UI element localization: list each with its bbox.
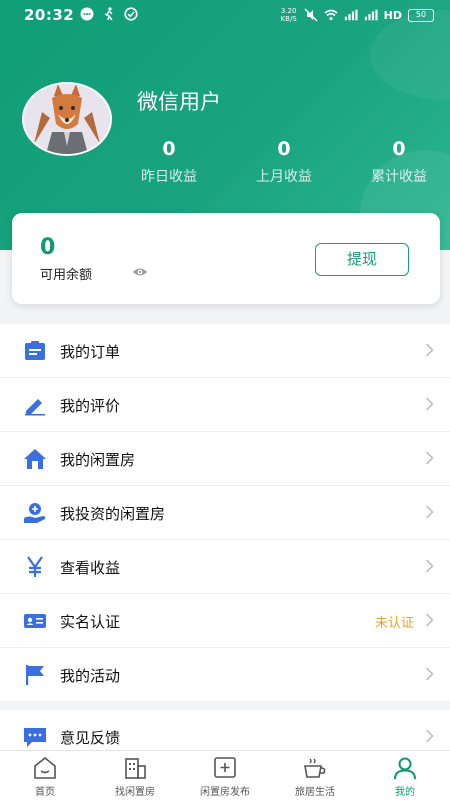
menu-list-secondary: 意见反馈	[0, 710, 450, 750]
signal-icon-2	[364, 9, 378, 21]
menu-item-label: 意见反馈	[60, 729, 121, 747]
network-speed: 3.20 KB/S	[280, 7, 297, 23]
stat-yesterday[interactable]: 0 昨日收益	[119, 138, 219, 186]
feedback-icon	[24, 728, 46, 747]
menu-item-verification[interactable]: 实名认证 未认证	[0, 594, 450, 648]
chevron-right-icon	[425, 729, 434, 743]
menu-item-label: 我的评价	[60, 397, 121, 415]
chat-icon	[80, 7, 94, 21]
stat-label: 上月收益	[256, 169, 312, 185]
order-icon	[25, 341, 45, 360]
chevron-right-icon	[425, 451, 434, 465]
stat-value: 0	[277, 138, 291, 160]
menu-item-label: 我投资的闲置房	[60, 505, 166, 523]
signal-icon	[344, 9, 358, 21]
verification-status-badge: 未认证	[374, 616, 414, 631]
tab-label: 我的	[395, 787, 415, 798]
check-circle-icon	[124, 7, 138, 21]
add-icon	[214, 757, 236, 778]
status-bar: 20:32 3.20 KB/S HD 50	[0, 0, 450, 30]
stat-last-month[interactable]: 0 上月收益	[234, 138, 334, 186]
mute-icon	[304, 8, 318, 22]
flag-icon	[26, 665, 44, 685]
chevron-right-icon	[425, 343, 434, 357]
fox-avatar-icon	[24, 84, 110, 154]
avatar[interactable]	[22, 82, 112, 156]
tab-travel-life[interactable]: 旅居生活	[270, 751, 360, 800]
menu-item-label: 我的订单	[60, 343, 121, 361]
home-icon	[34, 756, 56, 779]
stat-value: 0	[392, 138, 406, 160]
tab-find-house[interactable]: 找闲置房	[90, 751, 180, 800]
tab-mine[interactable]: 我的	[360, 751, 450, 800]
chevron-right-icon	[425, 505, 434, 519]
house-icon	[24, 449, 46, 469]
stat-label: 昨日收益	[141, 169, 197, 185]
status-time: 20:32	[24, 6, 75, 24]
tab-publish[interactable]: 闲置房发布	[180, 751, 270, 800]
tab-label: 旅居生活	[295, 787, 335, 798]
building-icon	[125, 758, 146, 779]
cup-icon	[304, 758, 326, 778]
chevron-right-icon	[425, 667, 434, 681]
tab-label: 找闲置房	[115, 787, 155, 798]
stat-label: 累计收益	[371, 169, 427, 185]
menu-list: 我的订单 我的评价 我的闲置房 我投资的闲置房 查看收益 实名认证 未认证 我的…	[0, 324, 450, 702]
chevron-right-icon	[425, 613, 434, 627]
id-card-icon	[24, 614, 46, 628]
username: 微信用户	[137, 90, 221, 114]
stat-total[interactable]: 0 累计收益	[349, 138, 449, 186]
battery-icon: 50	[408, 8, 434, 22]
menu-item-orders[interactable]: 我的订单	[0, 324, 450, 378]
user-icon	[394, 757, 416, 780]
yen-icon	[27, 556, 43, 577]
wifi-icon	[324, 9, 338, 21]
walk-icon	[104, 7, 113, 21]
menu-item-label: 我的活动	[60, 667, 121, 685]
bottom-tab-bar: 首页 找闲置房 闲置房发布 旅居生活 我的	[0, 750, 450, 800]
withdraw-button[interactable]: 提现	[315, 243, 409, 276]
network-type: HD	[383, 8, 402, 22]
menu-item-feedback[interactable]: 意见反馈	[0, 710, 450, 750]
menu-item-activities[interactable]: 我的活动	[0, 648, 450, 702]
eye-icon[interactable]	[132, 266, 148, 278]
menu-item-investments[interactable]: 我投资的闲置房	[0, 486, 450, 540]
edit-icon	[25, 399, 45, 416]
menu-item-idle-house[interactable]: 我的闲置房	[0, 432, 450, 486]
menu-item-label: 实名认证	[60, 613, 121, 631]
investment-icon	[24, 503, 46, 523]
chevron-right-icon	[425, 559, 434, 573]
tab-home[interactable]: 首页	[0, 751, 90, 800]
chevron-right-icon	[425, 397, 434, 411]
menu-item-label: 我的闲置房	[60, 451, 136, 469]
menu-item-reviews[interactable]: 我的评价	[0, 378, 450, 432]
balance-label: 可用余额	[40, 268, 93, 283]
tab-label: 首页	[35, 787, 55, 798]
balance-amount: 0	[40, 235, 56, 260]
balance-card: 0 可用余额 提现	[12, 213, 440, 304]
stat-value: 0	[162, 138, 176, 160]
menu-item-label: 查看收益	[60, 559, 121, 577]
menu-item-earnings[interactable]: 查看收益	[0, 540, 450, 594]
tab-label: 闲置房发布	[200, 787, 250, 798]
